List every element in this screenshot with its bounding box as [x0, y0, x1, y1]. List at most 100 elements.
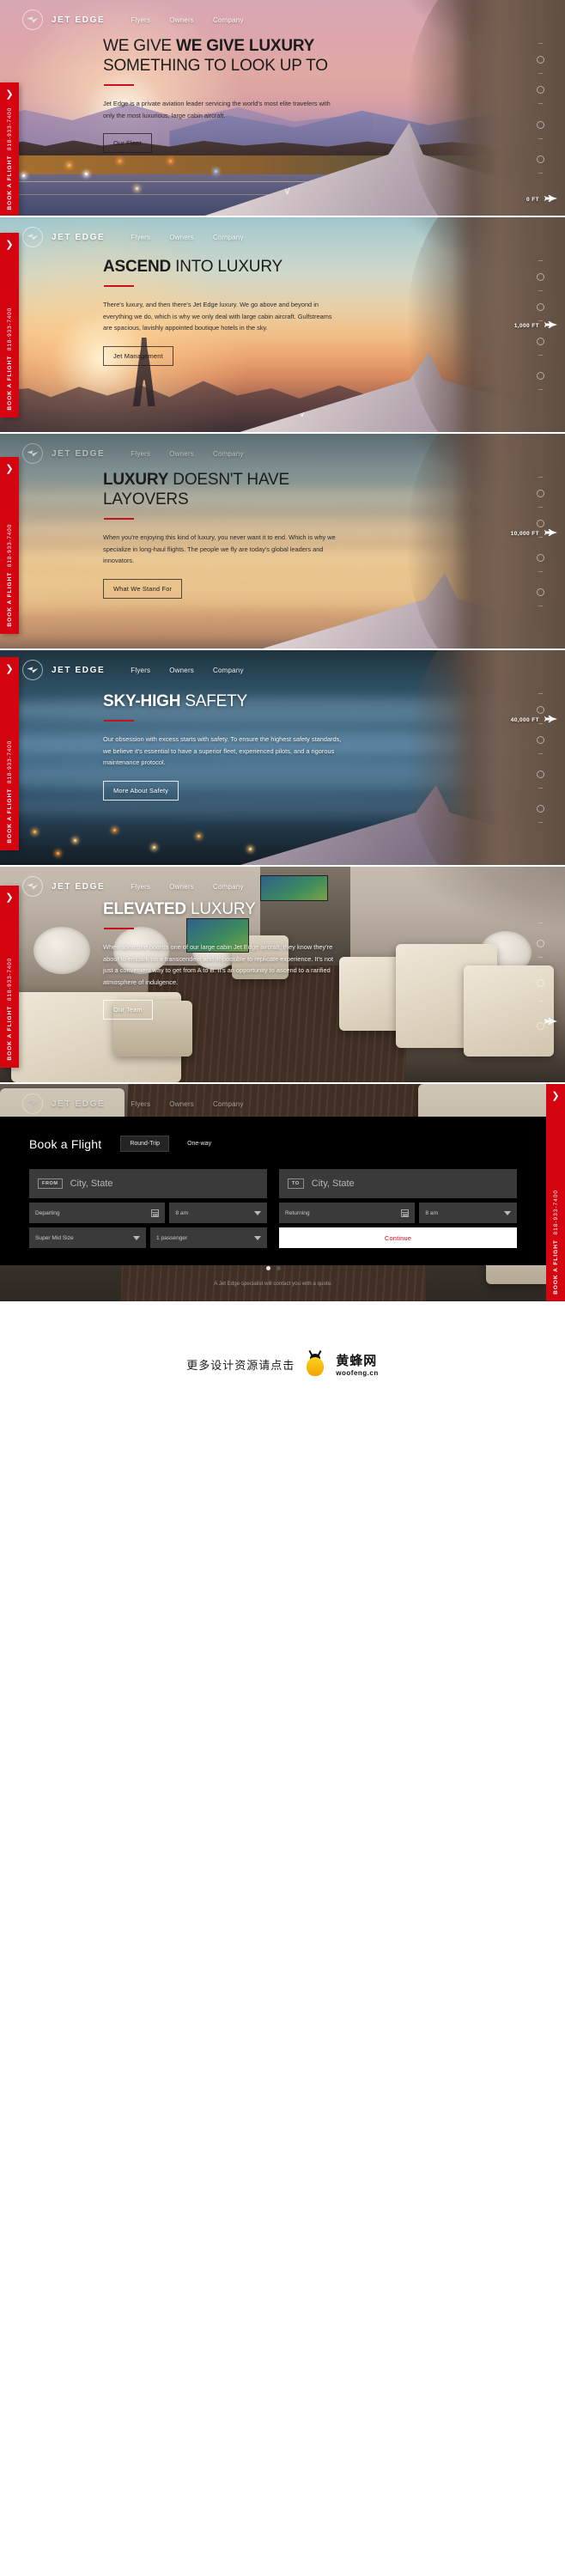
hero-body: When someone boards one of our large cab… — [103, 943, 334, 986]
returning-date-input[interactable]: Returning — [279, 1203, 416, 1223]
brand-name: JET EDGE — [52, 15, 106, 25]
one-way-button[interactable]: One-way — [178, 1136, 221, 1152]
plane-marker-icon — [544, 529, 557, 536]
nav-links: Flyers Owners Company — [131, 234, 262, 241]
book-a-flight-tab-right[interactable]: ❯ BOOK A FLIGHT 818-933-7400 — [546, 1084, 565, 1301]
jet-edge-bird-logo-icon[interactable] — [22, 876, 43, 897]
nav-link-owners[interactable]: Owners — [169, 450, 194, 458]
calendar-icon[interactable] — [401, 1209, 410, 1217]
our-team-button[interactable]: Our Team — [103, 1000, 153, 1020]
watermark-brand: 黄蜂网 woofeng.cn — [336, 1351, 378, 1377]
hero-body: Jet Edge is a private aviation leader se… — [103, 100, 331, 119]
continue-button[interactable]: Continue — [279, 1227, 517, 1248]
hero-copy: SKY-HIGH SAFETY Our obsession with exces… — [103, 691, 361, 801]
jet-edge-bird-logo-icon[interactable] — [22, 1093, 43, 1114]
nav-link-flyers[interactable]: Flyers — [131, 1100, 150, 1108]
chevron-down-icon[interactable] — [254, 1235, 261, 1240]
our-fleet-button[interactable]: Our Fleet — [103, 133, 152, 153]
jet-management-button[interactable]: Jet Management — [103, 345, 173, 366]
nav-link-owners[interactable]: Owners — [169, 234, 194, 241]
departing-time-select[interactable]: 8 am — [169, 1203, 267, 1223]
chevron-right-icon[interactable]: ❯ — [5, 90, 13, 100]
more-about-safety-button[interactable]: More About Safety — [103, 780, 179, 801]
passenger-count-value: 1 passenger — [156, 1234, 188, 1241]
carousel-dot-1[interactable] — [265, 1266, 270, 1270]
book-a-flight-tab[interactable]: ❯ BOOK A FLIGHT 818-933-7400 — [0, 657, 19, 850]
nav-link-flyers[interactable]: Flyers — [131, 234, 150, 241]
jet-edge-bird-logo-icon[interactable] — [22, 443, 43, 464]
title-rule — [104, 518, 134, 520]
chevron-down-icon[interactable] — [254, 1210, 261, 1215]
what-we-stand-for-button[interactable]: What We Stand For — [103, 578, 183, 599]
title-rule — [104, 928, 134, 929]
page-root: ∨ ∨ 0 FT JET EDGE Flyers Owners Company — [0, 0, 565, 2576]
nav-link-company[interactable]: Company — [213, 450, 244, 458]
chevron-right-icon[interactable]: ❯ — [5, 465, 13, 474]
aircraft-pax-row: Super Mid Size 1 passenger — [29, 1227, 267, 1248]
nav-link-company[interactable]: Company — [213, 883, 244, 891]
altitude-readout: 1,000 FT — [513, 323, 539, 329]
to-city-input[interactable]: TO City, State — [279, 1169, 517, 1198]
round-trip-button[interactable]: Round-Trip — [120, 1136, 170, 1152]
booking-disclaimer: A Jet Edge specialist will contact you w… — [214, 1281, 332, 1287]
book-tab-text: BOOK A FLIGHT 818-933-7400 — [6, 308, 13, 411]
nav-link-flyers[interactable]: Flyers — [131, 667, 150, 674]
departing-date-input[interactable]: Departing — [29, 1203, 166, 1223]
woofeng-watermark[interactable]: 更多设计资源请点击 黄蜂网 woofeng.cn — [186, 1350, 378, 1377]
book-a-flight-form: Book a Flight Round-Trip One-way FROM Ci… — [0, 1117, 565, 1287]
bee-logo-icon — [303, 1350, 327, 1377]
nav-link-owners[interactable]: Owners — [169, 667, 194, 674]
main-nav: JET EDGE Flyers Owners Company — [0, 0, 565, 40]
title-rule — [104, 285, 134, 287]
to-city-placeholder: City, State — [311, 1178, 355, 1189]
chevron-right-icon[interactable]: ❯ — [5, 241, 13, 250]
returning-time-value: 8 am — [425, 1209, 439, 1216]
page-title: ASCEND INTO LUXURY — [103, 258, 282, 276]
main-nav: JET EDGE Flyers Owners Company — [0, 217, 565, 257]
book-a-flight-tab[interactable]: ❯ BOOK A FLIGHT 818-933-7400 — [0, 82, 19, 216]
page-title: WE GIVE WE GIVE LUXURY SOMETHING TO LOOK … — [103, 37, 328, 75]
returning-row: Returning 8 am — [279, 1203, 517, 1223]
chevron-down-icon[interactable] — [133, 1235, 140, 1240]
nav-links: Flyers Owners Company — [131, 450, 262, 458]
calendar-icon[interactable] — [151, 1209, 160, 1217]
jet-edge-bird-logo-icon[interactable] — [22, 227, 43, 247]
book-a-flight-tab[interactable]: ❯ BOOK A FLIGHT 818-933-7400 — [0, 457, 19, 634]
nav-link-owners[interactable]: Owners — [169, 16, 194, 24]
title-rule — [104, 84, 134, 86]
nav-link-owners[interactable]: Owners — [169, 1100, 194, 1108]
nav-link-company[interactable]: Company — [213, 1100, 244, 1108]
nav-link-owners[interactable]: Owners — [169, 883, 194, 891]
aircraft-size-select[interactable]: Super Mid Size — [29, 1227, 146, 1248]
from-city-placeholder: City, State — [70, 1178, 113, 1189]
passenger-count-select[interactable]: 1 passenger — [150, 1227, 267, 1248]
nav-link-flyers[interactable]: Flyers — [131, 883, 150, 891]
chevron-right-icon[interactable]: ❯ — [551, 1092, 559, 1101]
nav-link-flyers[interactable]: Flyers — [131, 16, 150, 24]
returning-time-select[interactable]: 8 am — [419, 1203, 517, 1223]
chevron-down-icon[interactable] — [504, 1210, 511, 1215]
hero-panel-ascend-into-luxury: ∨ ∨ 1,000 FT JET EDGE Flyers Owners Comp… — [0, 217, 565, 434]
jet-edge-bird-logo-icon[interactable] — [22, 9, 43, 30]
altitude-readout: 0 FT — [526, 197, 539, 203]
trip-type-toggle: Round-Trip One-way — [120, 1136, 221, 1152]
nav-link-flyers[interactable]: Flyers — [131, 450, 150, 458]
brand-name: JET EDGE — [52, 232, 106, 242]
from-city-input[interactable]: FROM City, State — [29, 1169, 267, 1198]
book-a-flight-tab[interactable]: ❯ BOOK A FLIGHT 818-933-7400 — [0, 886, 19, 1068]
watermark-site-name: 黄蜂网 — [336, 1353, 378, 1368]
nav-link-company[interactable]: Company — [213, 667, 244, 674]
nav-links: Flyers Owners Company — [131, 667, 262, 674]
nav-link-company[interactable]: Company — [213, 234, 244, 241]
nav-link-company[interactable]: Company — [213, 16, 244, 24]
chevron-right-icon[interactable]: ❯ — [5, 893, 13, 903]
hero-copy: WE GIVE WE GIVE LUXURY SOMETHING TO LOOK … — [103, 36, 361, 153]
book-tab-text: BOOK A FLIGHT 818-933-7400 — [6, 107, 13, 210]
hero-copy: LUXURY DOESN'T HAVE LAYOVERS When you're… — [103, 470, 361, 599]
altitude-readout: 40,000 FT — [510, 717, 539, 723]
carousel-dot-2[interactable] — [276, 1266, 281, 1270]
book-a-flight-tab[interactable]: ❯ BOOK A FLIGHT 818-933-7400 — [0, 233, 19, 417]
jet-edge-bird-logo-icon[interactable] — [22, 660, 43, 680]
carousel-dots — [29, 1266, 517, 1270]
chevron-right-icon[interactable]: ❯ — [5, 665, 13, 674]
